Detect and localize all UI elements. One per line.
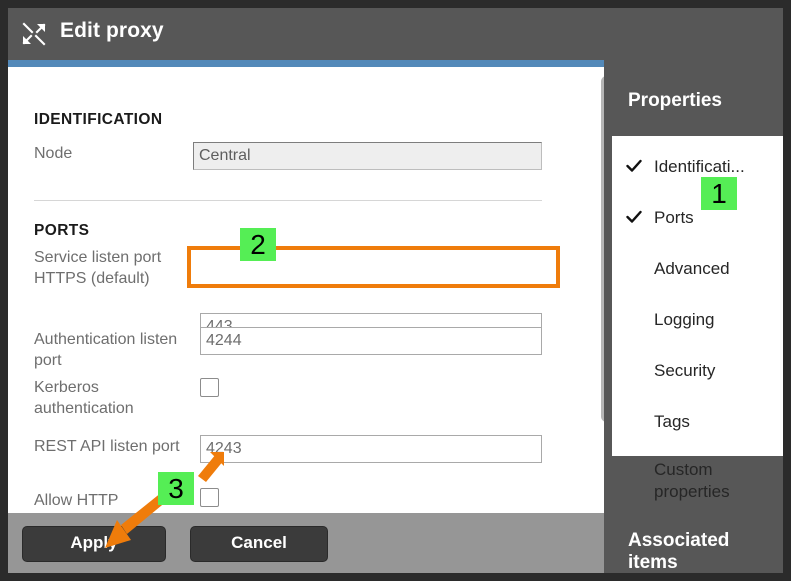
properties-list: Identificati... Ports Advanced Logging S… bbox=[612, 136, 783, 501]
sidebar-item-label: Logging bbox=[654, 310, 715, 329]
dialog-title: Edit proxy bbox=[60, 19, 164, 42]
field-label-kerberos-authentication: Kerberos authentication bbox=[34, 379, 134, 417]
sidebar-item-label: Security bbox=[654, 361, 716, 380]
accent-bar bbox=[8, 60, 604, 67]
properties-panel: Properties Identificati... Ports Advance… bbox=[604, 8, 783, 573]
collapse-arrows-icon bbox=[20, 20, 48, 48]
section-heading-identification: IDENTIFICATION bbox=[34, 111, 163, 128]
annotation-badge-3: 3 bbox=[158, 472, 194, 505]
edit-proxy-dialog: Edit proxy IDENTIFICATION Node PORTS Ser… bbox=[8, 8, 783, 573]
associated-items-header: Associated items bbox=[628, 530, 730, 573]
annotation-badge-2: 2 bbox=[240, 228, 276, 261]
cancel-button[interactable]: Cancel bbox=[190, 526, 328, 562]
node-input[interactable] bbox=[193, 142, 542, 170]
field-label-node: Node bbox=[34, 145, 73, 162]
authentication-listen-port-input[interactable] bbox=[200, 327, 542, 355]
field-label-authentication-listen-port: Authentication listen port bbox=[34, 331, 178, 369]
rest-api-listen-port-input[interactable] bbox=[200, 435, 542, 463]
field-label-rest-api-listen-port: REST API listen port bbox=[34, 438, 180, 455]
section-divider bbox=[34, 200, 542, 201]
sidebar-item-label: Ports bbox=[654, 208, 694, 227]
kerberos-authentication-checkbox[interactable] bbox=[200, 378, 219, 397]
annotation-badge-1: 1 bbox=[701, 177, 737, 210]
field-label-service-listen-port: Service listen port HTTPS (default) bbox=[34, 249, 162, 287]
section-heading-ports: PORTS bbox=[34, 222, 90, 239]
sidebar-item-label: Tags bbox=[654, 412, 690, 431]
check-icon bbox=[626, 209, 642, 225]
form-panel: IDENTIFICATION Node PORTS Service listen… bbox=[8, 67, 604, 513]
sidebar-item-label: Advanced bbox=[654, 259, 730, 278]
sidebar-item-label: Identificati... bbox=[654, 157, 745, 176]
check-icon bbox=[626, 158, 642, 174]
properties-header: Properties bbox=[628, 90, 722, 111]
sidebar-item-label: Custom properties bbox=[654, 460, 730, 501]
